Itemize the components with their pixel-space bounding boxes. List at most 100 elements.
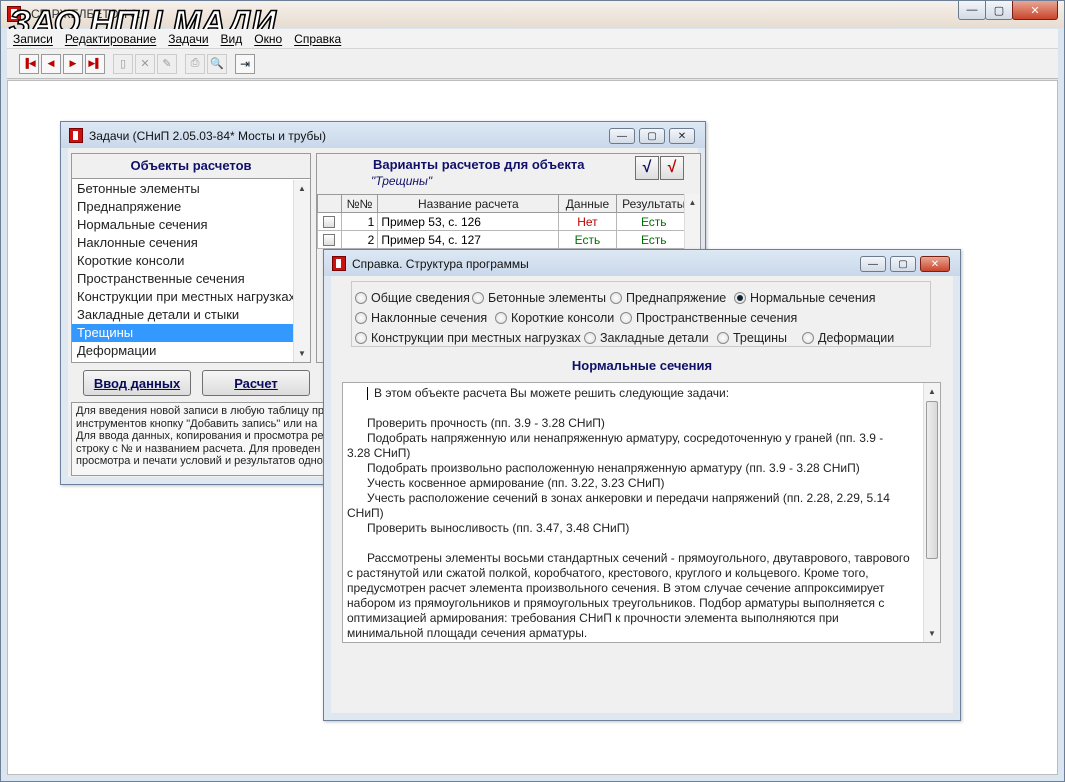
radio-embedded[interactable]: Закладные детали	[584, 331, 709, 345]
column-header-num[interactable]: №№	[340, 194, 379, 213]
objects-list: Бетонные элементы Преднапряжение Нормаль…	[72, 180, 294, 362]
next-record-icon[interactable]: ▶	[63, 53, 83, 74]
new-record-icon[interactable]: ▯	[113, 53, 133, 74]
radio-icon	[355, 332, 367, 344]
scroll-up-icon[interactable]: ▲	[924, 383, 940, 400]
tasks-titlebar[interactable]: Задачи (СНиП 2.05.03-84* Мосты и трубы) …	[61, 122, 705, 148]
scroll-down-icon[interactable]: ▼	[294, 345, 310, 362]
help-line: Проверить прочность (пп. 3.9 - 3.28 СНиП…	[367, 416, 605, 430]
objects-scrollbar[interactable]: ▲ ▼	[293, 180, 310, 362]
scroll-up-icon[interactable]: ▲	[294, 180, 310, 197]
help-maximize-button[interactable]: ▢	[890, 256, 916, 272]
check-results-icon[interactable]: √	[660, 156, 684, 180]
object-item[interactable]: Нормальные сечения	[72, 216, 294, 234]
help-line: Учесть косвенное армирование (пп. 3.22, …	[367, 476, 665, 490]
variants-subheader: "Трещины"	[371, 174, 433, 188]
main-minimize-button[interactable]: —	[958, 1, 986, 20]
menu-tasks[interactable]: Задачи	[162, 32, 214, 46]
radio-deformations[interactable]: Деформации	[802, 331, 894, 345]
object-item[interactable]: Наклонные сечения	[72, 234, 294, 252]
object-item[interactable]: Деформации	[72, 342, 294, 360]
help-text-area[interactable]: В этом объекте расчета Вы можете решить …	[342, 382, 941, 643]
object-item-selected[interactable]: Трещины	[72, 324, 294, 342]
radio-spatial[interactable]: Пространственные сечения	[620, 311, 797, 325]
main-titlebar: СП РЖЕЛБЕТОН 6.1 ЗАО НПЦ МАДИ — ▢ ✕	[1, 1, 1064, 43]
toolbar: ▐◀ ◀ ▶ ▶▌ ▯ ✕ ✎ ⎙ 🔍 ⇥	[7, 49, 1058, 79]
object-item[interactable]: Закладные детали и стыки	[72, 306, 294, 324]
check-all-icon[interactable]: √	[635, 156, 659, 180]
column-header-data[interactable]: Данные	[558, 194, 617, 213]
row-results-status: Есть	[615, 230, 693, 249]
menu-view[interactable]: Вид	[215, 32, 249, 46]
object-item[interactable]: Преднапряжение	[72, 198, 294, 216]
menu-edit[interactable]: Редактирование	[59, 32, 162, 46]
scroll-up-icon[interactable]: ▲	[685, 194, 700, 211]
column-header-results[interactable]: Результаты	[615, 194, 693, 213]
tasks-maximize-button[interactable]: ▢	[639, 128, 665, 144]
help-scrollbar[interactable]: ▲ ▼	[923, 383, 940, 642]
radio-icon	[610, 292, 622, 304]
column-header-name[interactable]: Название расчета	[377, 194, 560, 213]
menu-help[interactable]: Справка	[288, 32, 347, 46]
table-row[interactable]: 1 Пример 53, с. 126 Нет Есть	[317, 212, 693, 231]
section-radio-group: Общие сведения Бетонные элементы Преднап…	[351, 281, 931, 347]
help-minimize-button[interactable]: —	[860, 256, 886, 272]
radio-short-consoles[interactable]: Короткие консоли	[495, 311, 614, 325]
delete-record-icon[interactable]: ✕	[135, 53, 155, 74]
radio-general[interactable]: Общие сведения	[355, 291, 470, 305]
row-name[interactable]: Пример 54, с. 127	[377, 230, 560, 249]
scroll-thumb[interactable]	[926, 401, 938, 559]
variants-header-area: Варианты расчетов для объекта "Трещины"	[317, 154, 637, 192]
row-name[interactable]: Пример 53, с. 126	[377, 212, 560, 231]
row-checkbox[interactable]	[317, 230, 342, 249]
radio-icon	[584, 332, 596, 344]
menu-records[interactable]: Записи	[7, 32, 59, 46]
help-line: Подобрать напряженную или ненапряженную …	[367, 431, 884, 445]
help-line: Подобрать произвольно расположенную нена…	[367, 461, 860, 475]
object-item[interactable]: Короткие консоли	[72, 252, 294, 270]
radio-icon	[472, 292, 484, 304]
help-line: 3.28 СНиП)	[347, 446, 411, 460]
radio-local-loads[interactable]: Конструкции при местных нагрузках	[355, 331, 581, 345]
first-record-icon[interactable]: ▐◀	[19, 53, 39, 74]
hint-line: Для ввода данных, копирования и просмотр…	[76, 430, 324, 442]
print-icon[interactable]: ⎙	[185, 53, 205, 74]
main-close-button[interactable]: ✕	[1012, 1, 1058, 20]
radio-normal-sections[interactable]: Нормальные сечения	[734, 291, 876, 305]
help-line: Проверить выносливость (пп. 3.47, 3.48 С…	[367, 521, 630, 535]
row-results-status: Есть	[615, 212, 693, 231]
row-checkbox[interactable]	[317, 212, 342, 231]
tasks-window-controls: — ▢ ✕	[605, 128, 695, 144]
tasks-minimize-button[interactable]: —	[609, 128, 635, 144]
radio-concrete[interactable]: Бетонные элементы	[472, 291, 606, 305]
calculate-button[interactable]: Расчет	[202, 370, 310, 396]
radio-icon	[620, 312, 632, 324]
object-item[interactable]: Пространственные сечения	[72, 270, 294, 288]
radio-cracks[interactable]: Трещины	[717, 331, 787, 345]
main-maximize-button[interactable]: ▢	[985, 1, 1013, 20]
help-line: Рассмотрены элементы восьми стандартных …	[367, 551, 910, 565]
exit-icon[interactable]: ⇥	[235, 53, 255, 74]
last-record-icon[interactable]: ▶▌	[85, 53, 105, 74]
radio-icon	[355, 292, 367, 304]
input-data-button[interactable]: Ввод данных	[83, 370, 191, 396]
help-line: предусмотрен расчет элемента произвольно…	[347, 581, 885, 595]
prev-record-icon[interactable]: ◀	[41, 53, 61, 74]
menu-bar: Записи Редактирование Задачи Вид Окно Сп…	[7, 29, 1058, 49]
help-titlebar[interactable]: Справка. Структура программы — ▢ ✕	[324, 250, 960, 276]
help-close-button[interactable]: ✕	[920, 256, 950, 272]
row-data-status: Нет	[558, 212, 617, 231]
edit-record-icon[interactable]: ✎	[157, 53, 177, 74]
tasks-close-button[interactable]: ✕	[669, 128, 695, 144]
radio-prestress[interactable]: Преднапряжение	[610, 291, 726, 305]
scroll-down-icon[interactable]: ▼	[924, 625, 940, 642]
table-row[interactable]: 2 Пример 54, с. 127 Есть Есть	[317, 230, 693, 249]
menu-window[interactable]: Окно	[248, 32, 288, 46]
variants-table: №№ Название расчета Данные Результаты 1 …	[317, 194, 693, 249]
variants-header: Варианты расчетов для объекта	[373, 157, 585, 172]
tasks-window-title: Задачи (СНиП 2.05.03-84* Мосты и трубы)	[89, 129, 326, 143]
print-preview-icon[interactable]: 🔍	[207, 53, 227, 74]
object-item[interactable]: Бетонные элементы	[72, 180, 294, 198]
radio-inclined[interactable]: Наклонные сечения	[355, 311, 487, 325]
object-item[interactable]: Конструкции при местных нагрузках	[72, 288, 294, 306]
